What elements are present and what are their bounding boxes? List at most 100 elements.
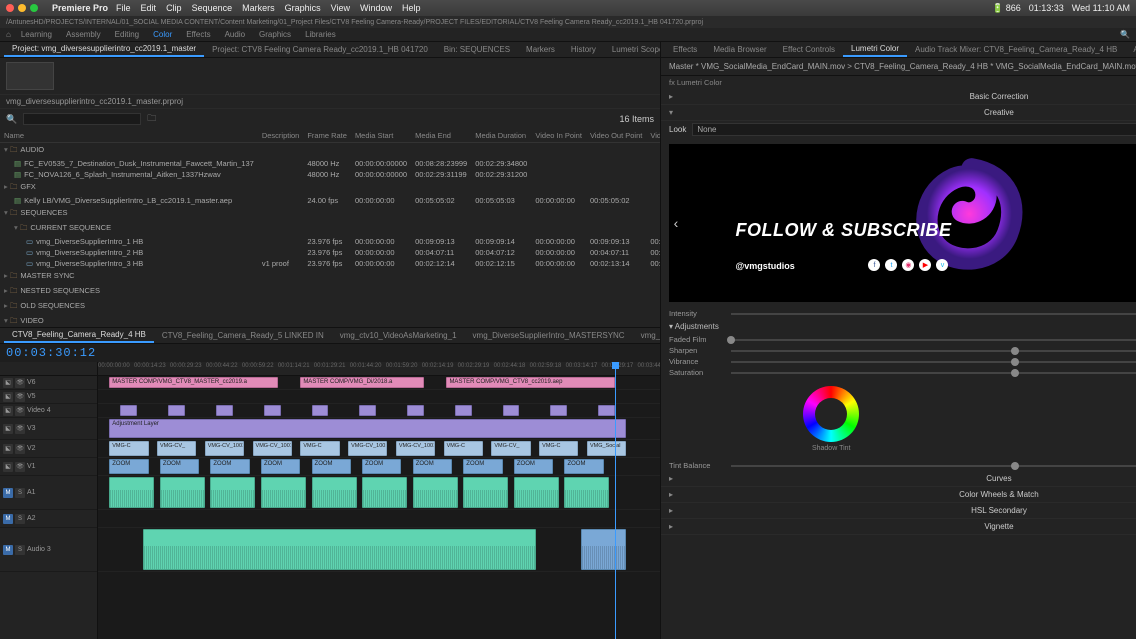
video-track[interactable]: MASTER COMP/VMG_CTV8_MASTER_cc2019.aMAST… [98,376,660,390]
timeline-tab[interactable]: vmg_DiverseSupplierIntro_2 HB [633,329,660,342]
tab-media-browser[interactable]: Media Browser [705,43,774,56]
table-row[interactable]: ▾ 🗀CURRENT SEQUENCE [0,221,660,236]
time-ruler[interactable]: 00:00:00:0000:00:14:2300:00:29:2300:00:4… [98,362,660,376]
audio-track[interactable] [98,528,660,572]
section-wheels[interactable]: Color Wheels & Match [661,487,1136,503]
video-track-header[interactable]: ⬕👁Video 4 [0,404,97,418]
tab-lumetri[interactable]: Lumetri Color [843,42,907,57]
table-row[interactable]: ▸ 🗀GFX [0,180,660,195]
column-header[interactable]: Frame Rate [303,129,351,143]
tab-markers[interactable]: Markers [518,43,563,56]
column-header[interactable]: Media Duration [471,129,531,143]
timeline-tab[interactable]: vmg_ctv10_VideoAsMarketing_1 [332,329,465,342]
timecode-display[interactable]: 00:03:30:12 [6,346,96,360]
project-search[interactable] [23,113,141,125]
table-row[interactable]: ▭vmg_DiverseSupplierIntro_3 HBv1 proof23… [0,258,660,269]
menu-file[interactable]: File [116,3,131,13]
video-track-header[interactable]: ⬕👁V1 [0,458,97,476]
menu-help[interactable]: Help [402,3,421,13]
table-row[interactable]: ▸ 🗀OLD SEQUENCES [0,299,660,314]
column-header[interactable]: Description [258,129,304,143]
ws-effects[interactable]: Effects [186,30,210,39]
timeline-tab[interactable]: CTV8_Feeling_Camera_Ready_5 LINKED IN [154,329,332,342]
slider-saturation[interactable] [731,372,1136,374]
shadow-tint-wheel[interactable]: Shadow Tint [803,386,859,452]
table-row[interactable]: ▸ 🗀NESTED SEQUENCES [0,284,660,299]
slider-faded-film[interactable] [731,339,1136,341]
slider-sharpen[interactable] [731,350,1136,352]
ws-graphics[interactable]: Graphics [259,30,291,39]
menu-window[interactable]: Window [360,3,392,13]
tab-history[interactable]: History [563,43,604,56]
table-row[interactable]: ▸ 🗀MASTER SYNC [0,269,660,284]
tab-bin[interactable]: Bin: SEQUENCES [436,43,518,56]
table-row[interactable]: ▤FC_EV0535_7_Destination_Dusk_Instrument… [0,158,660,169]
app-name[interactable]: Premiere Pro [52,3,108,13]
tab-project-2[interactable]: Project: CTV8 Feeling Camera Ready_cc201… [204,43,436,56]
video-track[interactable]: ZOOMZOOMZOOMZOOMZOOMZOOMZOOMZOOMZOOMZOOM [98,458,660,476]
tint-slider[interactable] [731,465,1136,467]
column-header[interactable]: Video Out Point [586,129,646,143]
table-row[interactable]: ▾ 🗀SEQUENCES [0,206,660,221]
search-icon[interactable]: 🔍 [1120,30,1130,39]
project-table[interactable]: NameDescriptionFrame RateMedia StartMedi… [0,129,660,327]
video-track-header[interactable]: ⬕👁V5 [0,390,97,404]
table-row[interactable]: ▾ 🗀VIDEO [0,314,660,327]
video-track[interactable] [98,390,660,404]
video-track[interactable]: VMG-CVMG-CV_VMG-CV_1001VMG-CV_1001_VMG-C… [98,440,660,458]
timeline-tab[interactable]: CTV8_Feeling_Camera_Ready_4 HB [4,328,154,343]
table-row[interactable]: ▤FC_NOVA126_6_Splash_Instrumental_Aitken… [0,169,660,180]
column-header[interactable]: Video Duration [646,129,660,143]
audio-track[interactable] [98,476,660,510]
menu-sequence[interactable]: Sequence [192,3,233,13]
table-row[interactable]: ▾ 🗀AUDIO [0,143,660,159]
column-header[interactable]: Name [0,129,258,143]
video-track[interactable]: Adjustment Layer [98,418,660,440]
column-header[interactable]: Video In Point [531,129,586,143]
audio-track-header[interactable]: MSAudio 3 [0,528,97,572]
search-icon[interactable]: 🔍 [6,114,17,125]
window-controls[interactable] [6,4,38,12]
menu-view[interactable]: View [331,3,350,13]
ws-libraries[interactable]: Libraries [305,30,336,39]
video-track-header[interactable]: ⬕👁V2 [0,440,97,458]
menu-graphics[interactable]: Graphics [285,3,321,13]
menu-clip[interactable]: Clip [166,3,182,13]
menu-edit[interactable]: Edit [141,3,157,13]
ws-color[interactable]: Color [153,30,172,39]
audio-track[interactable] [98,510,660,528]
section-curves[interactable]: Curves [661,471,1136,487]
home-icon[interactable]: ⌂ [6,30,11,39]
menu-markers[interactable]: Markers [242,3,275,13]
video-track-header[interactable]: ⬕👁V6 [0,376,97,390]
tab-effect-controls[interactable]: Effect Controls [775,43,843,56]
video-track-header[interactable]: ⬕👁V3 [0,418,97,440]
look-dropdown[interactable]: None [692,123,1136,136]
playhead[interactable] [615,362,616,639]
ws-learning[interactable]: Learning [21,30,52,39]
ws-editing[interactable]: Editing [115,30,139,39]
slider-vibrance[interactable] [731,361,1136,363]
table-row[interactable]: ▭vmg_DiverseSupplierIntro_1 HB23.976 fps… [0,236,660,247]
section-creative[interactable]: Creative [661,105,1136,121]
section-vignette[interactable]: Vignette [661,519,1136,535]
intensity-slider[interactable] [731,313,1136,315]
bin-icon[interactable]: 🗀 [147,111,156,127]
audio-track-header[interactable]: MSA1 [0,476,97,510]
tracks-area[interactable]: 00:00:00:0000:00:14:2300:00:29:2300:00:4… [98,362,660,639]
tab-project-1[interactable]: Project: vmg_diversesupplierintro_cc2019… [4,42,204,57]
video-track[interactable] [98,404,660,418]
ws-audio[interactable]: Audio [225,30,245,39]
table-row[interactable]: ▤Kelly LB/VMG_DiverseSupplierIntro_LB_cc… [0,195,660,206]
tab-audio-clip-mixer[interactable]: Audio Clip Mixer: CTV8_Feeling_Camera_Re… [1125,43,1136,56]
tab-effects[interactable]: Effects [665,43,705,56]
column-header[interactable]: Media End [411,129,471,143]
section-hsl[interactable]: HSL Secondary [661,503,1136,519]
tab-audio-track-mixer[interactable]: Audio Track Mixer: CTV8_Feeling_Camera_R… [907,43,1125,56]
section-basic[interactable]: Basic Correction [661,89,1136,105]
table-row[interactable]: ▭vmg_DiverseSupplierIntro_2 HB23.976 fps… [0,247,660,258]
timeline-tab[interactable]: vmg_DiverseSupplierIntro_MASTERSYNC [465,329,633,342]
ws-assembly[interactable]: Assembly [66,30,101,39]
column-header[interactable]: Media Start [351,129,411,143]
audio-track-header[interactable]: MSA2 [0,510,97,528]
